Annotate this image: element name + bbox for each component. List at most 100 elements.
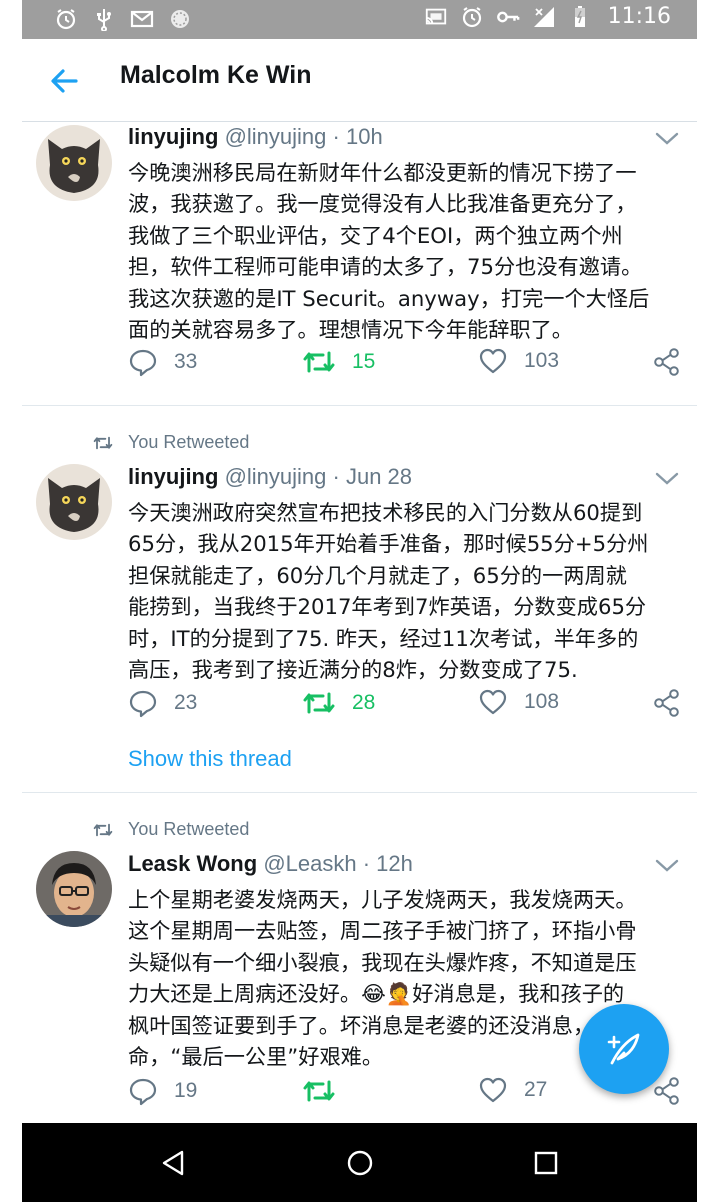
reply-icon bbox=[129, 690, 157, 718]
tweet-text-line: 65分，我从2015年开始着手准备，那时候55分+5分州 bbox=[128, 531, 649, 557]
avatar[interactable] bbox=[36, 851, 112, 927]
home-circle-icon[interactable] bbox=[344, 1147, 376, 1179]
tweet-text-line: 能捞到，当我终于2017年考到7炸英语，分数变成65分 bbox=[128, 594, 647, 620]
tweet-header: Leask Wong @Leaskh · 12h bbox=[128, 851, 413, 877]
reply-count: 33 bbox=[174, 350, 198, 373]
tweet-text-line: 我这次获邀的是IT Securit。anyway，打完一个大怪后 bbox=[128, 285, 650, 311]
tweet-text-line: 今晚澳洲移民局在新财年什么都没更新的情况下捞了一 bbox=[128, 160, 637, 185]
tweet-header: linyujing @linyujing · 10h bbox=[128, 124, 383, 150]
reply-icon bbox=[129, 349, 157, 377]
retweeted-label: You Retweeted bbox=[128, 819, 250, 839]
chevron-down-icon[interactable] bbox=[655, 467, 679, 491]
author-handle[interactable]: @linyujing bbox=[225, 124, 327, 149]
retweeted-label: You Retweeted bbox=[128, 432, 250, 452]
reply-count: 23 bbox=[174, 691, 198, 714]
tweet-text-line: 波，我获邀了。我一度觉得没有人比我准备更充分了， bbox=[128, 191, 637, 217]
tweet-text-line: 我做了三个职业评估，交了4个EOI，两个独立两个州 bbox=[128, 222, 623, 248]
share-button[interactable] bbox=[652, 688, 682, 718]
cast-icon bbox=[424, 5, 448, 29]
retweeted-indicator: You Retweeted bbox=[92, 819, 249, 840]
retweet-count: 28 bbox=[352, 691, 376, 714]
retweet-button[interactable]: 15 bbox=[302, 347, 375, 377]
share-icon bbox=[654, 348, 679, 376]
author-name[interactable]: Leask Wong bbox=[128, 851, 257, 876]
status-time: 11:16 bbox=[607, 4, 671, 29]
reply-icon bbox=[129, 1078, 157, 1106]
like-count: 103 bbox=[524, 349, 560, 372]
vpn-key-icon bbox=[496, 5, 520, 29]
retweet-count: 15 bbox=[352, 350, 376, 373]
like-button[interactable]: 103 bbox=[478, 347, 559, 375]
app-frame: 11:16 Malcolm Ke Win linyujing @linyujin… bbox=[22, 0, 697, 1202]
tweet-text-line: 今天澳洲政府突然宣布把技术移民的入门分数从60提到 bbox=[128, 500, 643, 525]
share-button[interactable] bbox=[652, 1076, 682, 1106]
retweeted-indicator: You Retweeted bbox=[92, 432, 249, 453]
author-name[interactable]: linyujing bbox=[128, 464, 218, 489]
status-bar: 11:16 bbox=[22, 0, 697, 39]
reply-button[interactable]: 23 bbox=[128, 688, 197, 718]
show-thread-link[interactable]: Show this thread bbox=[128, 746, 292, 772]
share-icon bbox=[654, 1077, 679, 1105]
avatar[interactable] bbox=[36, 464, 112, 540]
tweet-actions: 23 28 108 bbox=[128, 688, 688, 724]
back-triangle-icon[interactable] bbox=[158, 1147, 190, 1179]
tweet-time: · 10h bbox=[332, 124, 383, 149]
author-handle[interactable]: @Leaskh bbox=[263, 851, 356, 876]
like-count: 108 bbox=[524, 690, 560, 713]
sync-icon bbox=[168, 7, 192, 31]
tweet-time: · 12h bbox=[362, 851, 413, 876]
gmail-icon bbox=[130, 7, 154, 31]
compose-tweet-icon bbox=[607, 1033, 640, 1065]
signal-icon bbox=[532, 5, 556, 29]
tweet-text: 今晚澳洲移民局在新财年什么都没更新的情况下捞了一 波，我获邀了。我一度觉得没有人… bbox=[128, 157, 688, 345]
retweet-small-icon bbox=[93, 436, 113, 449]
recents-square-icon[interactable] bbox=[530, 1147, 562, 1179]
tweet-actions: 33 15 103 bbox=[128, 347, 688, 383]
retweet-small-icon bbox=[93, 823, 113, 836]
tweet-text-line: 担保就能走了，60分几个月就走了，65分的一两周就 bbox=[128, 562, 627, 588]
tweet-text-line: 面的关就容易多了。理想情况下今年能辞职了。 bbox=[128, 317, 573, 343]
avatar[interactable] bbox=[36, 125, 112, 201]
alarm-icon bbox=[54, 7, 78, 31]
reply-count: 19 bbox=[174, 1079, 198, 1102]
back-arrow-icon[interactable] bbox=[46, 63, 82, 99]
tweet-text-line: 担，软件工程师可能申请的太多了，75分也没有邀请。 bbox=[128, 254, 643, 280]
heart-icon bbox=[479, 348, 507, 374]
tweet[interactable]: linyujing @linyujing · 10h 今晚澳洲移民局在新财年什么… bbox=[22, 121, 697, 406]
heart-icon bbox=[479, 689, 507, 715]
system-nav-bar bbox=[22, 1123, 697, 1202]
chevron-down-icon[interactable] bbox=[655, 854, 679, 878]
tweet-header: linyujing @linyujing · Jun 28 bbox=[128, 464, 412, 490]
retweet-button[interactable]: 28 bbox=[302, 688, 375, 718]
tweet-text-line: 这个星期周一去贴签，周二孩子手被门挤了，环指小骨 bbox=[128, 918, 637, 944]
alarm-icon bbox=[460, 5, 484, 29]
chevron-down-icon[interactable] bbox=[655, 127, 679, 151]
share-button[interactable] bbox=[652, 347, 682, 377]
like-count: 27 bbox=[524, 1078, 548, 1101]
like-button[interactable]: 27 bbox=[478, 1076, 547, 1104]
author-name[interactable]: linyujing bbox=[128, 124, 218, 149]
compose-tweet-button[interactable] bbox=[579, 1004, 669, 1094]
tweet-text-line: 头疑似有一个细小裂痕，我现在头爆炸疼，不知道是压 bbox=[128, 949, 637, 975]
reply-button[interactable]: 19 bbox=[128, 1076, 197, 1106]
tweet-text-line: 时，IT的分提到了75. 昨天，经过11次考试，半年多的 bbox=[128, 625, 639, 651]
retweet-icon bbox=[303, 692, 335, 714]
tweet-text-line: 力大还是上周病还没好。😂🤦好消息是，我和孩子的 bbox=[128, 981, 625, 1007]
usb-icon bbox=[92, 7, 116, 31]
heart-icon bbox=[479, 1077, 507, 1103]
tweet-text: 今天澳洲政府突然宣布把技术移民的入门分数从60提到 65分，我从2015年开始着… bbox=[128, 497, 688, 685]
retweet-icon bbox=[303, 1080, 335, 1102]
reply-button[interactable]: 33 bbox=[128, 347, 197, 377]
author-handle[interactable]: @linyujing bbox=[225, 464, 327, 489]
battery-icon bbox=[568, 5, 592, 29]
retweet-button[interactable] bbox=[302, 1076, 352, 1106]
tweet[interactable]: You Retweeted linyujing @linyujing · Jun… bbox=[22, 406, 697, 792]
share-icon bbox=[654, 689, 679, 717]
tweet-text-line: 上个星期老婆发烧两天，儿子发烧两天，我发烧两天。 bbox=[128, 887, 637, 912]
page-title: Malcolm Ke Win bbox=[120, 61, 312, 89]
tweet-time: · Jun 28 bbox=[332, 464, 413, 489]
retweet-icon bbox=[303, 351, 335, 373]
top-app-bar: Malcolm Ke Win bbox=[22, 39, 697, 122]
like-button[interactable]: 108 bbox=[478, 688, 559, 716]
tweet-text-line: 高压，我考到了接近满分的8炸，分数变成了75. bbox=[128, 657, 578, 683]
